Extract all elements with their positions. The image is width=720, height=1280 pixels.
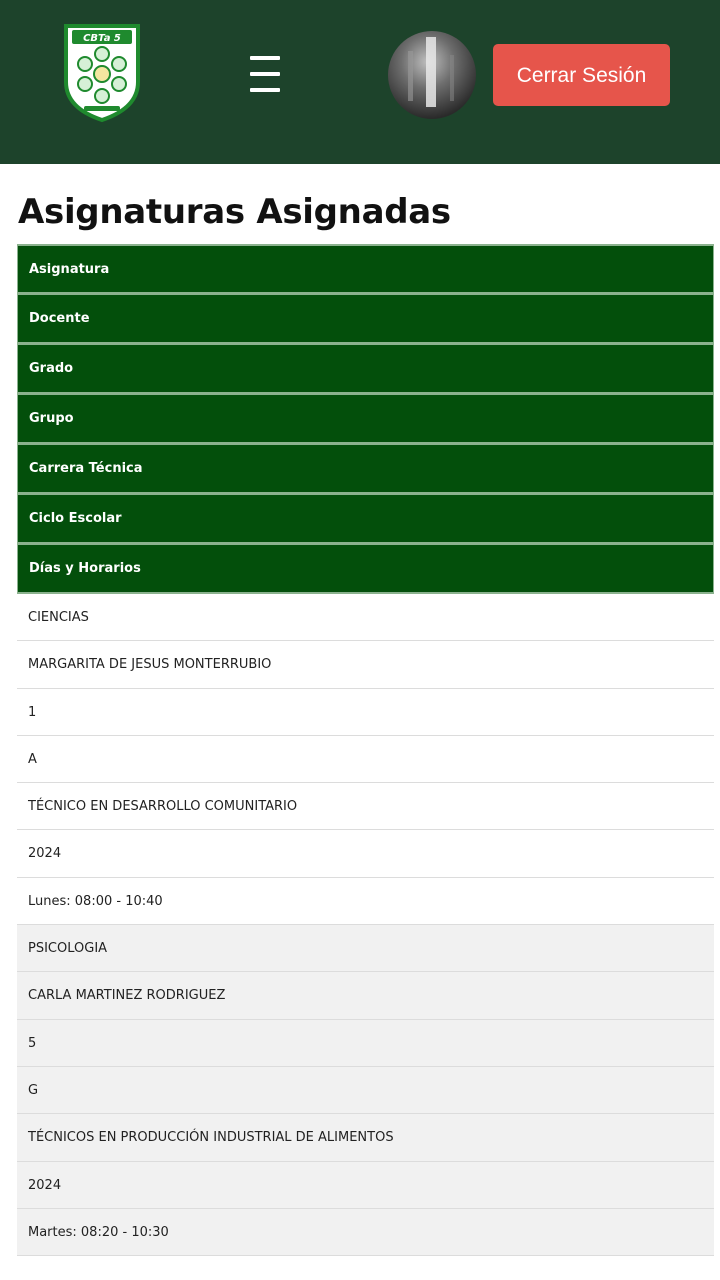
menu-toggle-button[interactable] (246, 50, 284, 102)
hamburger-bar (250, 72, 280, 76)
cell-docente: CARLA MARTINEZ RODRIGUEZ (17, 972, 714, 1020)
cell-asignatura: PSICOLOGIA (17, 925, 714, 973)
column-header-ciclo: Ciclo Escolar (17, 494, 714, 544)
cell-ciclo: 2024 (17, 830, 714, 878)
svg-text:CBTa 5: CBTa 5 (83, 33, 121, 44)
cell-horario: Lunes: 08:00 - 10:40 (17, 877, 714, 926)
cell-carrera: TÉCNICOS EN PRODUCCIÓN INDUSTRIAL DE ALI… (17, 1114, 714, 1162)
hamburger-bar (250, 88, 280, 92)
cell-docente: MARGARITA DE JESUS MONTERRUBIO (17, 641, 714, 689)
logout-button[interactable]: Cerrar Sesión (493, 44, 670, 106)
shield-logo-icon: CBTa 5 (64, 24, 140, 123)
cell-horario: Martes: 08:20 - 10:30 (17, 1208, 714, 1257)
column-header-docente: Docente (17, 294, 714, 344)
cell-grado: 5 (17, 1019, 714, 1067)
hamburger-bar (250, 56, 280, 60)
column-header-horarios: Días y Horarios (17, 544, 714, 594)
top-navbar: CBTa 5 Cerrar Sesión (0, 0, 720, 164)
table-header: Asignatura Docente Grado Grupo Carrera T… (17, 244, 714, 594)
column-header-grupo: Grupo (17, 394, 714, 444)
assignments-table: Asignatura Docente Grado Grupo Carrera T… (17, 244, 714, 1257)
table-row: PSICOLOGIA CARLA MARTINEZ RODRIGUEZ 5 G … (17, 925, 714, 1257)
user-avatar[interactable] (388, 31, 476, 119)
cell-ciclo: 2024 (17, 1161, 714, 1209)
cell-carrera: TÉCNICO EN DESARROLLO COMUNITARIO (17, 783, 714, 831)
column-header-carrera: Carrera Técnica (17, 444, 714, 494)
avatar-photo-icon (408, 37, 454, 107)
cell-grado: 1 (17, 688, 714, 736)
cell-asignatura: CIENCIAS (17, 594, 714, 642)
cell-grupo: A (17, 735, 714, 784)
column-header-grado: Grado (17, 344, 714, 394)
school-logo[interactable]: CBTa 5 (60, 20, 144, 124)
cell-grupo: G (17, 1066, 714, 1115)
page-title: Asignaturas Asignadas (18, 192, 451, 232)
table-row: CIENCIAS MARGARITA DE JESUS MONTERRUBIO … (17, 594, 714, 926)
column-header-asignatura: Asignatura (17, 244, 714, 294)
